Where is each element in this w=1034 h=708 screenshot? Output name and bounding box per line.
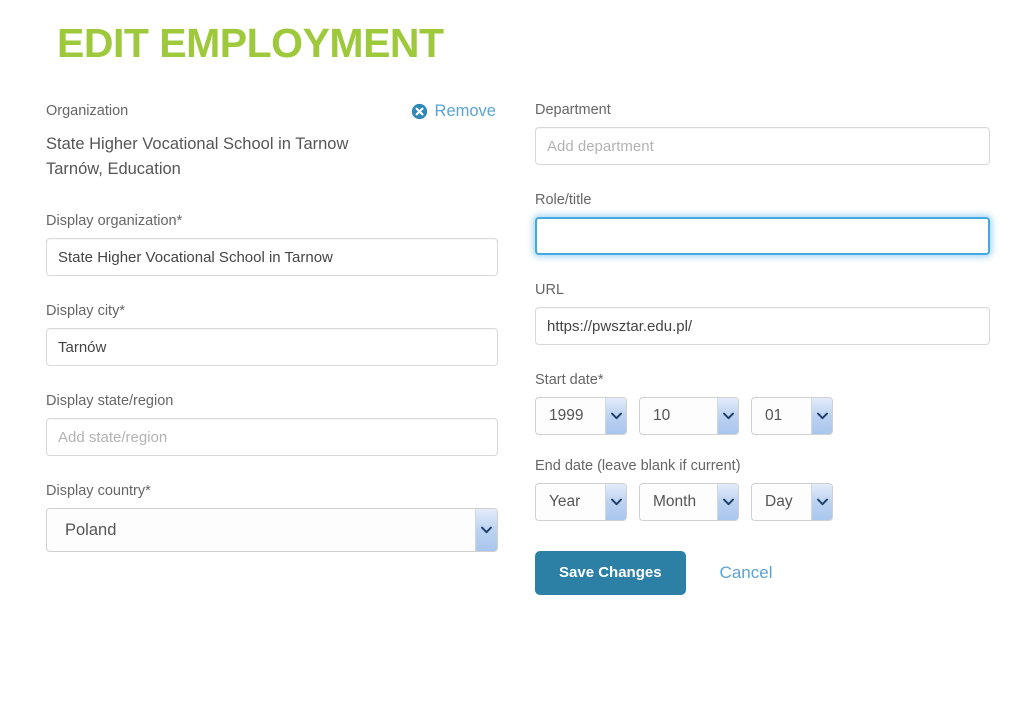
role-title-input[interactable]	[535, 217, 990, 255]
url-input[interactable]	[535, 307, 990, 345]
url-field: URL	[535, 281, 990, 345]
end-date-row: Year Month Day	[535, 483, 990, 521]
start-date-field: Start date* 1999 10 01	[535, 371, 990, 435]
display-city-label: Display city*	[46, 303, 125, 319]
start-date-year-select[interactable]: 1999	[535, 397, 627, 435]
chevron-down-icon	[811, 398, 832, 434]
end-date-day-select[interactable]: Day	[751, 483, 833, 521]
chevron-down-icon	[605, 398, 626, 434]
start-date-label: Start date*	[535, 372, 604, 388]
display-country-label: Display country*	[46, 483, 151, 499]
display-city-field: Display city*	[46, 302, 498, 366]
role-title-field: Role/title	[535, 191, 990, 255]
display-organization-input[interactable]	[46, 238, 498, 276]
department-input[interactable]	[535, 127, 990, 165]
cancel-link[interactable]: Cancel	[720, 563, 773, 583]
display-country-field: Display country* Poland	[46, 482, 498, 552]
end-date-month-select[interactable]: Month	[639, 483, 739, 521]
url-label: URL	[535, 282, 565, 298]
display-country-select[interactable]: Poland	[46, 508, 498, 552]
left-column: Organization Remove State Higher Vocatio…	[46, 101, 498, 552]
organization-header: Organization Remove	[46, 101, 498, 123]
save-changes-button[interactable]: Save Changes	[535, 551, 686, 595]
form-actions: Save Changes Cancel	[535, 551, 990, 595]
page-title: EDIT EMPLOYMENT	[57, 20, 444, 66]
remove-circle-x-icon	[411, 103, 428, 120]
edit-employment-page: EDIT EMPLOYMENT Organization Remove Stat…	[0, 0, 1034, 708]
start-date-day-select[interactable]: 01	[751, 397, 833, 435]
display-organization-field: Display organization*	[46, 212, 498, 276]
organization-name: State Higher Vocational School in Tarnow	[46, 135, 349, 153]
organization-meta: Tarnów, Education	[46, 160, 181, 178]
display-city-input[interactable]	[46, 328, 498, 366]
end-date-field: End date (leave blank if current) Year M…	[535, 457, 990, 521]
end-date-year-select[interactable]: Year	[535, 483, 627, 521]
remove-link-label: Remove	[434, 102, 496, 120]
display-country-value: Poland	[65, 521, 117, 539]
department-field: Department	[535, 101, 990, 165]
start-date-month-select[interactable]: 10	[639, 397, 739, 435]
chevron-down-icon	[605, 484, 626, 520]
display-state-input[interactable]	[46, 418, 498, 456]
chevron-down-icon	[811, 484, 832, 520]
start-date-row: 1999 10 01	[535, 397, 990, 435]
right-column: Department Role/title URL Start date* 19…	[535, 101, 990, 595]
display-state-field: Display state/region	[46, 392, 498, 456]
chevron-down-icon	[717, 484, 738, 520]
end-date-label: End date (leave blank if current)	[535, 458, 741, 474]
display-state-label: Display state/region	[46, 393, 174, 409]
display-organization-label: Display organization*	[46, 213, 183, 229]
department-label: Department	[535, 102, 611, 118]
chevron-down-icon	[475, 509, 497, 551]
chevron-down-icon	[717, 398, 738, 434]
role-title-label: Role/title	[535, 192, 592, 208]
remove-employment-link[interactable]: Remove	[411, 100, 496, 122]
